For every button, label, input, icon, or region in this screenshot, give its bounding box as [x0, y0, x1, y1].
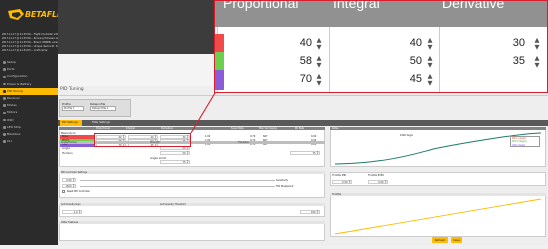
zoom-row-pitch: 58 ▲ ▼ 50 ▲ ▼ 35 ▲ ▼ [215, 52, 547, 72]
zoom-pitch-p[interactable]: 58 [235, 52, 312, 72]
zoomed-pid-inset: Proportional Integral Derivative 40 ▲ ▼ 4… [214, 0, 548, 93]
callout-line [190, 92, 216, 134]
zoom-yaw-p[interactable]: 70 [235, 70, 312, 90]
spinner-icon[interactable]: ▲▼ [315, 55, 323, 68]
zoom-header-proportional: Proportional [223, 0, 299, 11]
roll-color-bar [215, 34, 224, 54]
zoom-roll-i[interactable]: 40 [345, 34, 422, 54]
spinner-icon[interactable]: ▲▼ [426, 55, 434, 68]
spinner-icon[interactable]: ▲▼ [533, 37, 541, 50]
yaw-color-bar [215, 70, 224, 90]
zoom-row-yaw: 70 ▲ ▼ 45 ▲ ▼ [215, 70, 547, 90]
zoom-header-integral: Integral [333, 0, 380, 11]
zoom-header-derivative: Derivative [442, 0, 505, 11]
zoom-roll-d[interactable]: 30 [455, 34, 525, 54]
zoom-row-roll: 40 ▲ ▼ 40 ▲ ▼ 30 ▲ ▼ [215, 34, 547, 54]
spinner-icon[interactable]: ▲▼ [533, 55, 541, 68]
spinner-icon[interactable]: ▲▼ [426, 37, 434, 50]
pitch-color-bar [215, 52, 224, 72]
spinner-icon[interactable]: ▲▼ [315, 37, 323, 50]
zoom-yaw-i[interactable]: 45 [345, 70, 422, 90]
spinner-icon[interactable]: ▲▼ [426, 73, 434, 86]
zoom-pitch-d[interactable]: 35 [455, 52, 525, 72]
zoom-pitch-i[interactable]: 50 [345, 52, 422, 72]
zoom-roll-p[interactable]: 40 [235, 34, 312, 54]
spinner-icon[interactable]: ▲▼ [315, 73, 323, 86]
